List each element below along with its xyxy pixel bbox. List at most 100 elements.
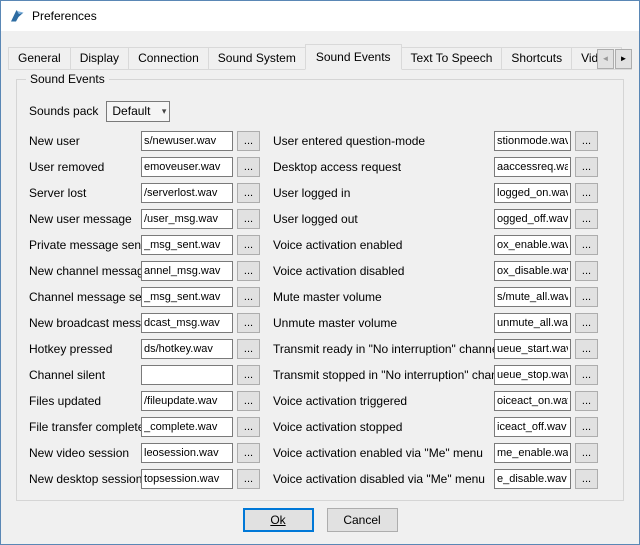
sound-file-input[interactable] (494, 287, 571, 307)
sound-event-label: Mute master volume (273, 290, 494, 304)
sound-file-input[interactable] (141, 417, 233, 437)
browse-button[interactable]: ... (575, 339, 598, 359)
sound-event-label: Voice activation disabled (273, 264, 494, 278)
sound-file-input[interactable] (141, 157, 233, 177)
sound-file-input[interactable] (494, 443, 571, 463)
sound-file-input[interactable] (141, 183, 233, 203)
sound-event-label: File transfer complete (29, 420, 141, 434)
browse-button[interactable]: ... (575, 417, 598, 437)
sound-file-input[interactable] (494, 469, 571, 489)
browse-button[interactable]: ... (237, 235, 260, 255)
sound-file-input[interactable] (141, 339, 233, 359)
sound-file-input[interactable] (494, 131, 571, 151)
tab-sound-events[interactable]: Sound Events (305, 44, 402, 70)
sound-event-row: Files updated ... (29, 388, 261, 414)
ok-button[interactable]: Ok (243, 508, 314, 532)
tab-shortcuts[interactable]: Shortcuts (501, 47, 572, 69)
tab-sound-system[interactable]: Sound System (208, 47, 306, 69)
sound-file-input[interactable] (141, 131, 233, 151)
sound-file-input[interactable] (494, 417, 571, 437)
sound-file-input[interactable] (494, 313, 571, 333)
tab-display[interactable]: Display (70, 47, 129, 69)
sound-event-row: Voice activation stopped ... (273, 414, 615, 440)
browse-button[interactable]: ... (575, 443, 598, 463)
sound-file-input[interactable] (141, 469, 233, 489)
sound-event-row: Hotkey pressed ... (29, 336, 261, 362)
browse-button[interactable]: ... (237, 183, 260, 203)
sounds-pack-select[interactable]: Default ▾ (106, 101, 170, 122)
browse-button[interactable]: ... (575, 131, 598, 151)
sound-file-input[interactable] (494, 209, 571, 229)
sound-file-input[interactable] (141, 261, 233, 281)
sound-file-input[interactable] (141, 287, 233, 307)
cancel-button[interactable]: Cancel (327, 508, 398, 532)
browse-button[interactable]: ... (575, 157, 598, 177)
sound-event-label: Unmute master volume (273, 316, 494, 330)
browse-button[interactable]: ... (237, 339, 260, 359)
sound-file-input[interactable] (141, 391, 233, 411)
browse-button[interactable]: ... (575, 469, 598, 489)
browse-button[interactable]: ... (237, 391, 260, 411)
sound-file-input[interactable] (494, 183, 571, 203)
sound-file-input[interactable] (494, 157, 571, 177)
tab-text-to-speech[interactable]: Text To Speech (401, 47, 503, 69)
sound-event-row: New desktop session ... (29, 466, 261, 492)
sound-event-label: New channel message (29, 264, 141, 278)
sound-event-row: Private message sent ... (29, 232, 261, 258)
sound-event-row: Mute master volume ... (273, 284, 615, 310)
sound-event-label: Transmit ready in "No interruption" chan… (273, 342, 494, 356)
browse-button[interactable]: ... (575, 287, 598, 307)
sound-event-label: New video session (29, 446, 141, 460)
browse-button[interactable]: ... (237, 443, 260, 463)
browse-button[interactable]: ... (575, 235, 598, 255)
browse-button[interactable]: ... (575, 391, 598, 411)
sound-event-row: New video session ... (29, 440, 261, 466)
sound-file-input[interactable] (494, 365, 571, 385)
sound-event-row: Channel message sent ... (29, 284, 261, 310)
tab-scrollers: ◄ ► (596, 49, 632, 69)
right-column: User entered question-mode ... Desktop a… (273, 128, 615, 492)
sound-file-input[interactable] (141, 235, 233, 255)
sound-file-input[interactable] (494, 339, 571, 359)
sound-event-row: User logged in ... (273, 180, 615, 206)
tab-strip: General Display Connection Sound System … (8, 42, 632, 70)
sound-event-row: File transfer complete ... (29, 414, 261, 440)
sound-file-input[interactable] (494, 261, 571, 281)
browse-button[interactable]: ... (237, 287, 260, 307)
sound-file-input[interactable] (494, 391, 571, 411)
sound-event-label: New user (29, 134, 141, 148)
browse-button[interactable]: ... (575, 209, 598, 229)
browse-button[interactable]: ... (237, 365, 260, 385)
sound-event-row: Voice activation disabled ... (273, 258, 615, 284)
browse-button[interactable]: ... (237, 313, 260, 333)
sound-file-input[interactable] (141, 443, 233, 463)
sound-file-input[interactable] (141, 313, 233, 333)
sound-event-label: New user message (29, 212, 141, 226)
browse-button[interactable]: ... (575, 313, 598, 333)
browse-button[interactable]: ... (575, 365, 598, 385)
sound-event-label: User removed (29, 160, 141, 174)
sound-event-row: Server lost ... (29, 180, 261, 206)
sound-event-columns: New user ... User removed ... Server los… (29, 128, 615, 492)
sound-event-row: Voice activation triggered ... (273, 388, 615, 414)
browse-button[interactable]: ... (237, 469, 260, 489)
tab-general[interactable]: General (8, 47, 71, 69)
sound-file-input[interactable] (494, 235, 571, 255)
tab-scroll-right-icon[interactable]: ► (615, 49, 632, 69)
sound-file-input[interactable] (141, 209, 233, 229)
sound-event-label: Desktop access request (273, 160, 494, 174)
browse-button[interactable]: ... (575, 261, 598, 281)
browse-button[interactable]: ... (575, 183, 598, 203)
sound-event-label: New broadcast message (29, 316, 141, 330)
sound-event-row: Transmit ready in "No interruption" chan… (273, 336, 615, 362)
tab-connection[interactable]: Connection (128, 47, 209, 69)
sound-file-input[interactable] (141, 365, 233, 385)
tab-bar: General Display Connection Sound System … (8, 42, 632, 70)
browse-button[interactable]: ... (237, 417, 260, 437)
browse-button[interactable]: ... (237, 131, 260, 151)
tab-scroll-left-icon[interactable]: ◄ (597, 49, 614, 69)
browse-button[interactable]: ... (237, 261, 260, 281)
browse-button[interactable]: ... (237, 209, 260, 229)
sound-event-label: Transmit stopped in "No interruption" ch… (273, 368, 494, 382)
browse-button[interactable]: ... (237, 157, 260, 177)
